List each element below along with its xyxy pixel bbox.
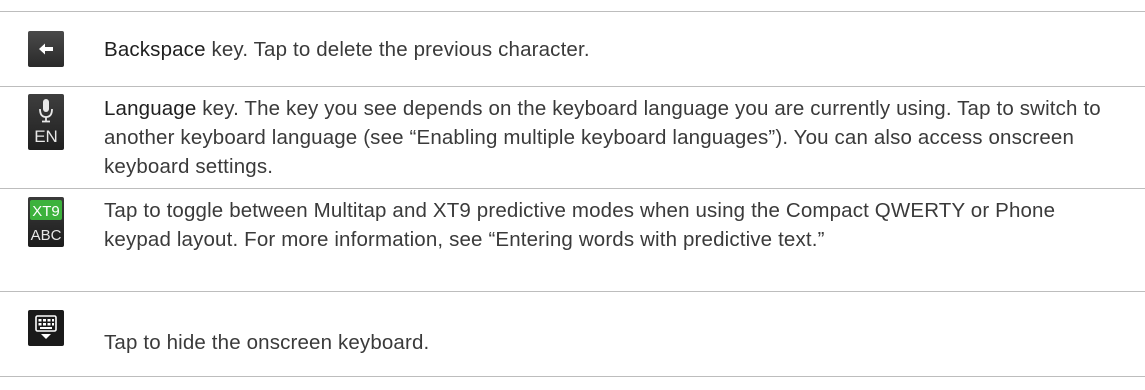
keyboard-keys-table: Backspace key. Tap to delete the previou… [0,0,1145,390]
description-text: key. The key you see depends on the keyb… [104,97,1101,178]
row-description: Tap to hide the onscreen keyboard. [104,328,1115,357]
microphone-en-icon: EN [28,94,64,150]
table-row-language: EN Language key. The key you see depends… [0,86,1145,188]
description-text: key. Tap to delete the previous characte… [205,38,590,61]
xt9-abc-icon: XT9 ABC [28,197,64,247]
description-text: Tap to toggle between Multitap and XT9 p… [104,199,1056,251]
description-text: Tap to hide the onscreen keyboard. [104,331,430,354]
row-description: Language key. The key you see depends on… [104,94,1115,181]
key-name: Language [104,97,197,120]
table-row-xt9-toggle: XT9 ABC Tap to toggle between Multitap a… [0,188,1145,291]
backspace-arrow-icon [28,31,64,67]
row-description: Backspace key. Tap to delete the previou… [104,35,1115,64]
table-row-hide-keyboard: Tap to hide the onscreen keyboard. [0,291,1145,377]
row-description: Tap to toggle between Multitap and XT9 p… [104,196,1115,254]
key-name: Backspace [104,38,206,61]
icon-label-en: EN [34,127,58,146]
hide-keyboard-icon [28,310,64,346]
icon-label-abc: ABC [31,227,62,244]
icon-label-xt9: XT9 [32,203,60,220]
table-row-backspace: Backspace key. Tap to delete the previou… [0,11,1145,86]
